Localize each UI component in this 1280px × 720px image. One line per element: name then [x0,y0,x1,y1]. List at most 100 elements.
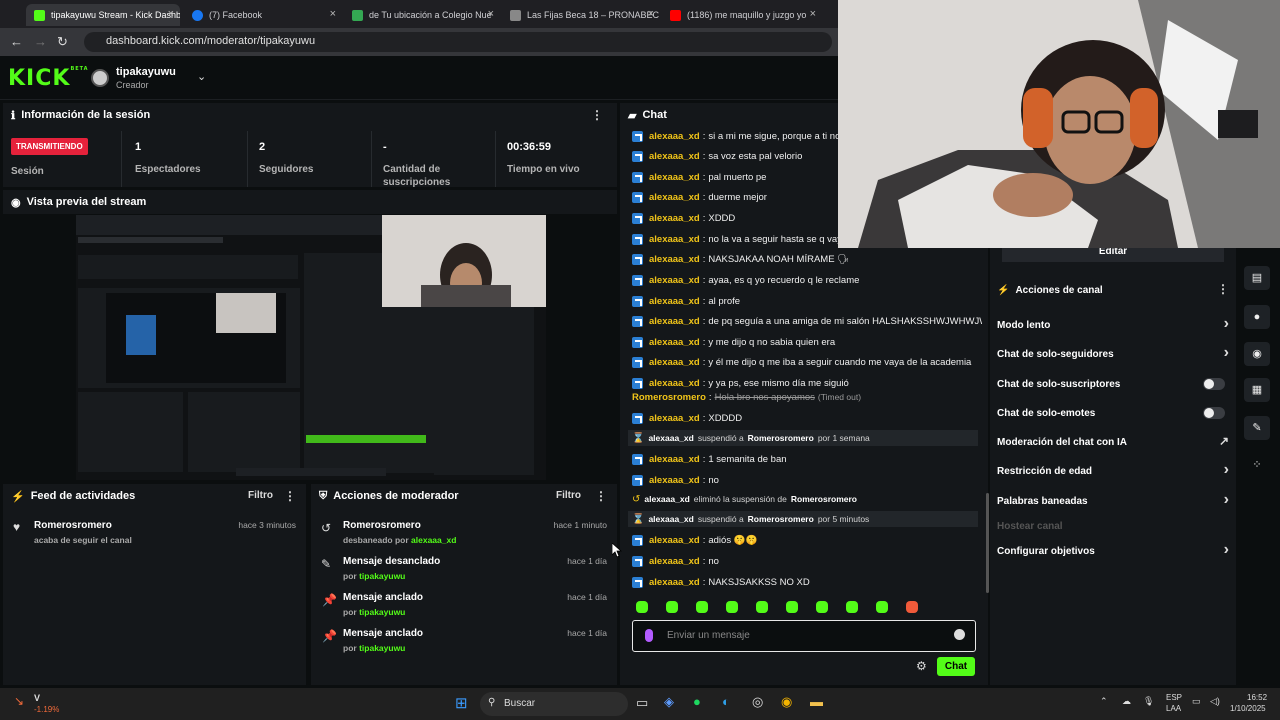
session-info-header: ℹ Información de la sesión [11,109,151,122]
channel-action-item[interactable]: Palabras baneadas › [997,491,1229,511]
broadcast-icon[interactable]: ◉ [1244,342,1270,366]
chat-bubble-icon[interactable]: ● [1244,305,1270,329]
separator: : [702,295,706,307]
close-icon[interactable]: × [488,8,494,20]
close-icon[interactable]: × [168,8,174,20]
scrollbar[interactable] [986,493,989,593]
avatar[interactable] [91,69,109,87]
channel-action-item[interactable]: Chat de solo-suscriptores [997,374,1229,394]
emote-icon[interactable] [666,601,678,613]
chat-username[interactable]: alexaaa_xd [649,413,700,424]
more-options-icon[interactable]: ⋮ [1217,282,1229,296]
emoji-picker-icon[interactable] [954,629,965,640]
gear-icon[interactable]: ⚙ [916,659,927,673]
close-icon[interactable]: × [648,8,654,20]
channel-action-item[interactable]: Configurar objetivos › [997,541,1229,561]
tab-youtube[interactable]: (1186) me maquillo y juzgo yo × [662,4,822,26]
tab-facebook[interactable]: (7) Facebook × [184,4,342,26]
chat-username[interactable]: alexaaa_xd [649,535,700,546]
chat-username[interactable]: alexaaa_xd [649,172,700,183]
tab-maps[interactable]: de Tu ubicación a Colegio Nue × [344,4,500,26]
file-explorer-icon[interactable]: ▬ [810,694,823,709]
channel-action-item[interactable]: Modo lento › [997,315,1229,335]
wrench-icon[interactable]: ✎ [1244,416,1270,440]
chat-username[interactable]: alexaaa_xd [649,577,700,588]
chat-username[interactable]: alexaaa_xd [649,316,700,327]
chat-username[interactable]: alexaaa_xd [649,296,700,307]
chat-username[interactable]: alexaaa_xd [649,475,700,486]
more-options-icon[interactable]: ⋮ [591,108,603,122]
more-options-icon[interactable]: ⋮ [284,489,296,503]
modactions-filter-button[interactable]: Filtro [556,490,581,501]
microphone-icon[interactable]: 🎙 [1143,696,1154,707]
forward-icon[interactable]: → [34,34,47,49]
spotify-icon[interactable]: ● [693,694,701,709]
emote-icon[interactable] [726,601,738,613]
channel-action-item[interactable]: Moderación del chat con IA ↗ [997,432,1229,452]
stream-preview-video[interactable] [76,215,546,480]
taskbar-search[interactable]: ⚲ Buscar [480,692,628,716]
chat-username[interactable]: alexaaa_xd [649,357,700,368]
emote-icon[interactable] [816,601,828,613]
chat-text: XDDD [708,212,736,224]
chat-username[interactable]: alexaaa_xd [649,556,700,567]
separator: : [702,315,706,327]
copilot-icon[interactable]: ◈ [664,694,674,710]
url-field[interactable]: dashboard.kick.com/moderator/tipakayuwu [84,32,832,52]
chat-username[interactable]: alexaaa_xd [649,378,700,389]
chat-message: alexaaa_xd: de pq seguía a una amiga de m… [632,313,982,329]
chat-username[interactable]: alexaaa_xd [649,275,700,286]
dots-icon[interactable]: ⁘ [1244,453,1270,477]
emote-icon[interactable] [756,601,768,613]
close-icon[interactable]: × [810,8,816,20]
chrome-icon[interactable]: ◉ [781,694,792,710]
document-icon[interactable]: ▤ [1244,266,1270,290]
chat-text: XDDDD [708,412,743,424]
tab-pronabec[interactable]: Las Fijas Beca 18 – PRONABEC × [502,4,660,26]
monitor-icon[interactable]: ▭ [1192,696,1201,707]
channel-action-item[interactable]: Chat de solo-emotes [997,403,1229,423]
more-options-icon[interactable]: ⋮ [595,489,607,503]
chat-username[interactable]: alexaaa_xd [649,151,700,162]
send-chat-button[interactable]: Chat [937,657,975,676]
chat-username[interactable]: alexaaa_xd [649,454,700,465]
chevron-down-icon[interactable]: ⌄ [197,70,206,83]
microphone-icon[interactable] [645,629,653,642]
kick-logo[interactable]: KICKBETA [8,66,89,91]
chat-username[interactable]: alexaaa_xd [649,337,700,348]
steam-icon[interactable]: ◎ [752,694,763,710]
chat-username[interactable]: alexaaa_xd [649,131,700,142]
emote-icon[interactable] [786,601,798,613]
chat-username[interactable]: alexaaa_xd [649,213,700,224]
toggle-switch[interactable] [1203,407,1225,419]
layout-icon[interactable]: ▦ [1244,378,1270,402]
activity-filter-button[interactable]: Filtro [248,490,273,501]
emote-icon[interactable] [876,601,888,613]
chat-username[interactable]: alexaaa_xd [649,192,700,203]
toggle-switch[interactable] [1203,378,1225,390]
chat-message-input[interactable]: Enviar un mensaje [632,620,976,652]
cloud-icon[interactable]: ☁ [1122,696,1131,707]
emote-icon[interactable] [696,601,708,613]
chat-username[interactable]: alexaaa_xd [649,254,700,265]
emote-icon[interactable] [906,601,918,613]
emote-icon[interactable] [636,601,648,613]
emote-icon[interactable] [846,601,858,613]
edge-icon[interactable]: ◐ [722,694,730,709]
reload-icon[interactable]: ↻ [57,34,68,50]
channel-action-item[interactable]: Chat de solo-seguidores › [997,344,1229,364]
task-view-icon[interactable]: ▭ [636,695,648,711]
chevron-up-icon[interactable]: ⌃ [1100,696,1108,707]
windows-start-icon[interactable]: ⊞ [455,694,468,712]
widget-label[interactable]: V [34,693,40,703]
chat-username[interactable]: alexaaa_xd [649,234,700,245]
close-icon[interactable]: × [330,8,336,20]
speaker-icon[interactable]: ◁) [1210,696,1220,707]
channel-action-label: Palabras baneadas [997,495,1088,507]
channel-action-item[interactable]: Restricción de edad › [997,461,1229,481]
language-top[interactable]: ESP [1166,693,1182,702]
clock-time[interactable]: 16:52 [1247,693,1267,702]
tab-kick-dashboard[interactable]: tipakayuwu Stream - Kick Dashb × [26,4,180,26]
chat-message: alexaaa_xd: no [632,472,982,488]
back-icon[interactable]: ← [10,34,23,49]
